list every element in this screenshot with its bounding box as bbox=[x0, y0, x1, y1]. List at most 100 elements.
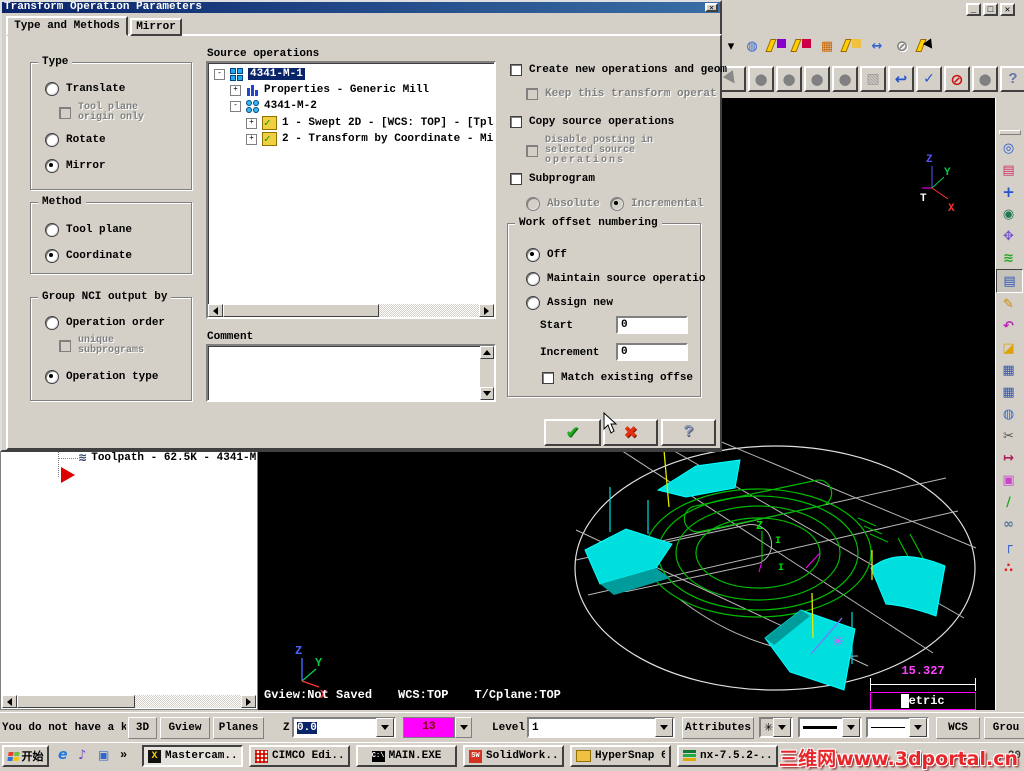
expand-toggle[interactable]: - bbox=[214, 68, 225, 80]
restore-button[interactable]: □ bbox=[983, 3, 998, 16]
start-button[interactable]: 开始 bbox=[2, 745, 49, 767]
task-cimco[interactable]: CIMCO Edi... bbox=[249, 745, 350, 767]
quicklaunch-media-icon[interactable]: ♪ bbox=[78, 748, 86, 763]
level-combo[interactable]: 1 bbox=[527, 717, 675, 738]
close-button[interactable]: ✕ bbox=[1000, 3, 1015, 16]
task-nx[interactable]: nx-7.5.2-... bbox=[677, 745, 778, 767]
dropdown-caret-icon[interactable]: ▾ bbox=[724, 36, 738, 56]
z-dropdown-icon[interactable] bbox=[376, 718, 394, 737]
quicklaunch-desktop-icon[interactable]: ▣ bbox=[98, 748, 109, 762]
select-bolt-icon[interactable] bbox=[915, 36, 940, 56]
dialog-close-button[interactable]: ✕ bbox=[705, 3, 718, 13]
color-dropdown-icon[interactable] bbox=[455, 717, 472, 738]
tree-item[interactable]: 4341-M-1 bbox=[248, 68, 305, 80]
level-dropdown-icon[interactable] bbox=[655, 718, 673, 737]
fit-view-icon[interactable]: ✥ bbox=[996, 225, 1021, 247]
line-width-combo[interactable] bbox=[866, 717, 929, 738]
point-style-combo[interactable]: ✳ bbox=[759, 717, 793, 738]
line-width-dropdown-icon[interactable] bbox=[909, 718, 927, 737]
scroll-left-button[interactable] bbox=[2, 695, 17, 708]
start-input[interactable] bbox=[616, 316, 688, 334]
gview-button[interactable]: Gview bbox=[160, 717, 210, 739]
3d-button[interactable]: 3D bbox=[128, 717, 157, 739]
operations-panel[interactable]: ≋ Toolpath - 62.5K - 4341-M bbox=[0, 448, 258, 710]
extend-icon[interactable]: ↦ bbox=[996, 447, 1021, 469]
task-main-exe[interactable]: C:\ MAIN.EXE bbox=[356, 745, 457, 767]
pan-icon[interactable]: + bbox=[996, 181, 1021, 203]
comment-scroll-down[interactable] bbox=[480, 387, 494, 400]
attributes-button[interactable]: Attributes bbox=[682, 717, 754, 739]
minimize-button[interactable]: _ bbox=[966, 3, 981, 16]
help-icon[interactable]: ? bbox=[1000, 66, 1024, 92]
open-file-icon[interactable]: ◪ bbox=[996, 337, 1021, 359]
increment-input[interactable] bbox=[616, 343, 688, 361]
grid-colors-icon[interactable]: ▦ bbox=[816, 36, 838, 56]
transform-icon[interactable]: ▣ bbox=[996, 469, 1021, 491]
scroll-thumb[interactable] bbox=[17, 695, 135, 708]
source-operations-tree[interactable]: - 4341-M-1 + Properties - Generic Mill -… bbox=[206, 61, 496, 319]
solid-cube-icon[interactable]: ▧ bbox=[860, 66, 886, 92]
tree-scroll-track[interactable] bbox=[379, 304, 479, 317]
analyze-icon[interactable]: ◍ bbox=[996, 403, 1021, 425]
tree-scroll-left[interactable] bbox=[208, 304, 223, 317]
quicklaunch-chevron[interactable]: » bbox=[120, 748, 127, 762]
expand-toggle[interactable]: + bbox=[246, 117, 257, 129]
color-swatch[interactable]: 13 bbox=[403, 717, 455, 738]
z-combo[interactable]: 0.0 bbox=[292, 717, 396, 738]
tool-plane-radio[interactable] bbox=[45, 223, 59, 237]
scroll-track[interactable] bbox=[135, 695, 241, 708]
coordinate-radio[interactable] bbox=[45, 249, 59, 263]
scroll-right-button[interactable] bbox=[241, 695, 256, 708]
width-arrows-icon[interactable]: ↔ bbox=[866, 36, 888, 56]
trim-icon[interactable]: ✂ bbox=[996, 425, 1021, 447]
operation-type-radio[interactable] bbox=[45, 370, 59, 384]
task-mastercam[interactable]: X Mastercam... bbox=[142, 745, 243, 767]
line-style-combo[interactable] bbox=[798, 717, 862, 738]
regen-purple-icon[interactable] bbox=[765, 36, 788, 56]
fillet-icon[interactable]: ┌ bbox=[996, 535, 1021, 557]
tab-mirror[interactable]: Mirror bbox=[130, 18, 182, 36]
insert-arrow-icon[interactable] bbox=[61, 467, 75, 483]
entity-colors-icon[interactable]: ▤ bbox=[996, 159, 1021, 181]
point-create-icon[interactable]: ∴ bbox=[996, 557, 1021, 579]
rotate-view-icon[interactable]: ◉ bbox=[996, 203, 1021, 225]
task-hypersnap[interactable]: HyperSnap 6 bbox=[570, 745, 671, 767]
operation-order-radio[interactable] bbox=[45, 316, 59, 330]
ok-button[interactable]: ✔ bbox=[544, 419, 601, 446]
point-dropdown-icon[interactable] bbox=[773, 718, 791, 737]
expand-toggle[interactable]: + bbox=[230, 84, 241, 96]
zoom-window-icon[interactable]: ◎ bbox=[996, 137, 1021, 159]
save-icon[interactable]: ▦ bbox=[996, 359, 1021, 381]
validate-icon[interactable]: ✓ bbox=[916, 66, 942, 92]
copy-source-checkbox[interactable] bbox=[510, 116, 522, 128]
comment-box[interactable] bbox=[206, 344, 496, 402]
line-style-dropdown-icon[interactable] bbox=[842, 718, 860, 737]
tab-type-methods[interactable]: Type and Methods bbox=[6, 16, 128, 36]
mirror-radio[interactable] bbox=[45, 159, 59, 173]
tree-scroll-thumb[interactable] bbox=[223, 304, 379, 317]
quicklaunch-ie-icon[interactable]: e bbox=[58, 747, 68, 763]
operations-manager-icon[interactable]: ▤ bbox=[996, 269, 1023, 293]
save-as-icon[interactable]: ▦ bbox=[996, 381, 1021, 403]
layer-fan-icon[interactable]: ≋ bbox=[996, 247, 1021, 269]
undo-blue-icon[interactable]: ↩ bbox=[888, 66, 914, 92]
chain-icon[interactable]: ∞ bbox=[996, 513, 1021, 535]
line-create-icon[interactable]: ∕ bbox=[996, 491, 1021, 513]
tree-item[interactable]: 2 - Transform by Coordinate - Mirr bbox=[282, 133, 494, 145]
tree-scroll-right[interactable] bbox=[479, 304, 494, 317]
off-radio[interactable] bbox=[526, 248, 540, 262]
curve-edit-icon[interactable]: ✎ bbox=[996, 293, 1021, 315]
help-button[interactable]: ? bbox=[661, 419, 716, 446]
tree-hscrollbar[interactable] bbox=[208, 304, 494, 317]
assign-new-radio[interactable] bbox=[526, 296, 540, 310]
groups-button[interactable]: Grou bbox=[984, 717, 1024, 739]
planes-button[interactable]: Planes bbox=[213, 717, 264, 739]
match-existing-checkbox[interactable] bbox=[542, 372, 554, 384]
undo-icon[interactable]: ↶ bbox=[996, 315, 1021, 337]
tree-item[interactable]: 4341-M-2 bbox=[264, 100, 317, 112]
maintain-radio[interactable] bbox=[526, 272, 540, 286]
rotate-radio[interactable] bbox=[45, 133, 59, 147]
create-new-checkbox[interactable] bbox=[510, 64, 522, 76]
subprogram-checkbox[interactable] bbox=[510, 173, 522, 185]
panel-hscrollbar[interactable] bbox=[2, 695, 256, 708]
